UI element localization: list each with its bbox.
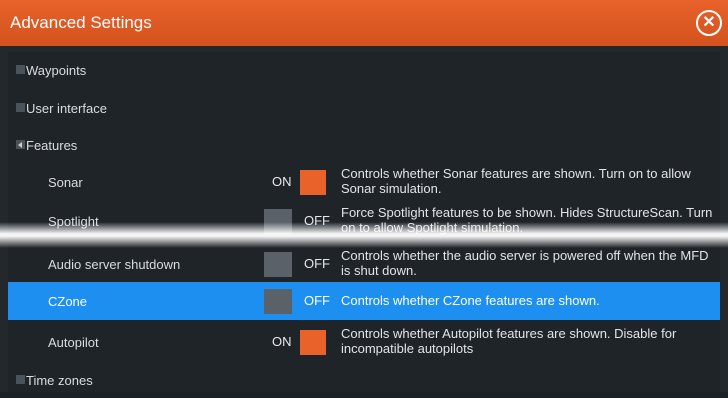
audio-server-shutdown-toggle[interactable] [264, 252, 292, 277]
close-icon: ✕ [702, 14, 716, 31]
feature-row-autopilot[interactable]: Autopilot ON Controls whether Autopilot … [8, 323, 720, 361]
feature-label: Spotlight [48, 214, 99, 229]
spotlight-toggle[interactable] [264, 209, 292, 234]
tree-item-label: Waypoints [26, 63, 87, 78]
toggle-state-label: OFF [304, 293, 330, 308]
expand-icon[interactable] [16, 103, 25, 112]
advanced-settings-dialog: Advanced Settings ✕ Waypoints User inter… [0, 0, 728, 392]
tree-item-user-interface[interactable]: User interface [8, 90, 720, 126]
toggle-state-label: ON [272, 174, 292, 189]
toggle-state-label: OFF [304, 213, 330, 228]
feature-description: Controls whether the audio server is pow… [341, 248, 709, 278]
feature-description: Controls whether Autopilot features are … [341, 326, 677, 356]
feature-label: CZone [48, 294, 88, 309]
feature-description: Controls whether Sonar features are show… [341, 166, 691, 196]
czone-toggle[interactable] [264, 289, 292, 314]
settings-list: Waypoints User interface Features Sonar … [8, 52, 720, 392]
feature-label: Autopilot [48, 335, 99, 350]
tree-item-label: Features [26, 138, 78, 153]
expand-icon[interactable] [16, 375, 25, 384]
feature-row-audio-server-shutdown[interactable]: Audio server shutdown OFF Controls wheth… [8, 245, 720, 283]
feature-row-sonar[interactable]: Sonar ON Controls whether Sonar features… [8, 163, 720, 201]
tree-item-time-zones[interactable]: Time zones [8, 362, 720, 398]
feature-label: Sonar [48, 175, 83, 190]
feature-label: Audio server shutdown [48, 257, 181, 272]
feature-description: Force Spotlight features to be shown. Hi… [341, 205, 713, 235]
collapse-icon[interactable] [16, 140, 25, 149]
feature-row-czone[interactable]: CZone OFF Controls whether CZone feature… [8, 282, 720, 320]
toggle-state-label: OFF [304, 256, 330, 271]
feature-description: Controls whether CZone features are show… [341, 293, 600, 308]
feature-row-spotlight[interactable]: Spotlight OFF Force Spotlight features t… [8, 202, 720, 240]
tree-item-label: Time zones [26, 373, 93, 388]
dialog-title: Advanced Settings [10, 13, 152, 32]
sonar-toggle[interactable] [300, 170, 326, 195]
tree-item-waypoints[interactable]: Waypoints [8, 52, 720, 88]
autopilot-toggle[interactable] [300, 330, 326, 355]
tree-item-label: User interface [26, 101, 107, 116]
close-button[interactable]: ✕ [696, 10, 722, 36]
toggle-state-label: ON [272, 334, 292, 349]
expand-icon[interactable] [16, 65, 25, 74]
title-bar: Advanced Settings ✕ [0, 0, 728, 46]
tree-item-features[interactable]: Features [8, 127, 720, 163]
